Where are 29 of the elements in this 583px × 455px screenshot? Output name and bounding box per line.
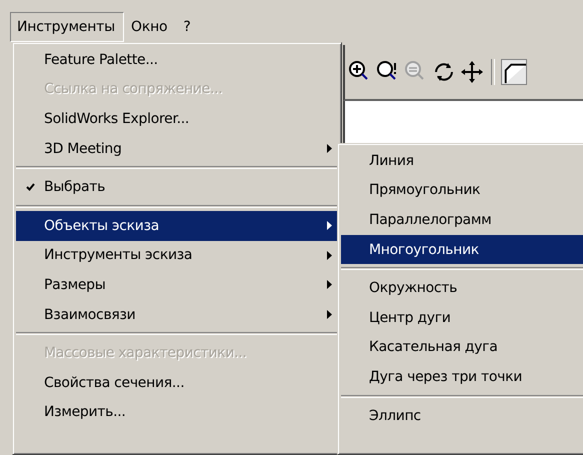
menu-item[interactable]: Параллелограмм <box>341 205 583 235</box>
menu-item[interactable]: Измерить... <box>16 398 338 428</box>
menu-item[interactable]: Feature Palette... <box>16 45 338 75</box>
menu-item[interactable]: Прямоугольник <box>341 176 583 206</box>
menu-item[interactable]: Объекты эскиза <box>16 210 338 241</box>
menu-item[interactable]: Эллипс <box>341 400 583 430</box>
menu-item[interactable]: Линия <box>341 146 583 176</box>
submenu-arrow-icon <box>326 221 332 230</box>
menu-item[interactable]: Дуга через три точки <box>341 362 583 392</box>
submenu-arrow-icon <box>326 280 332 290</box>
menu-item[interactable]: Центр дуги <box>341 302 583 333</box>
menu-item[interactable]: Многоугольник <box>341 234 583 264</box>
menu-item[interactable]: 3D Meeting <box>16 134 338 164</box>
menu-item[interactable]: Выбрать <box>16 172 338 202</box>
submenu-arrow-icon <box>326 144 332 154</box>
menu-bar-item[interactable]: Окно <box>124 12 176 42</box>
menu-item[interactable]: Инструменты эскиза <box>16 240 338 270</box>
pan-icon[interactable] <box>459 59 485 85</box>
menu-bar-item[interactable]: Инструменты <box>10 12 124 42</box>
submenu-arrow-icon <box>326 250 332 260</box>
menu-item[interactable]: Размеры <box>16 270 338 300</box>
menu-bar-item[interactable]: ? <box>176 12 200 42</box>
menu-item[interactable]: Свойства сечения... <box>16 368 338 398</box>
submenu-arrow-icon <box>326 310 332 320</box>
menu-item[interactable]: SolidWorks Explorer... <box>16 104 338 134</box>
menu-item[interactable]: Взаимосвязи <box>16 300 338 330</box>
view-icon[interactable] <box>501 59 527 85</box>
menu-item[interactable]: Окружность <box>341 273 583 303</box>
menu-item[interactable]: Касательная дуга <box>341 332 583 362</box>
